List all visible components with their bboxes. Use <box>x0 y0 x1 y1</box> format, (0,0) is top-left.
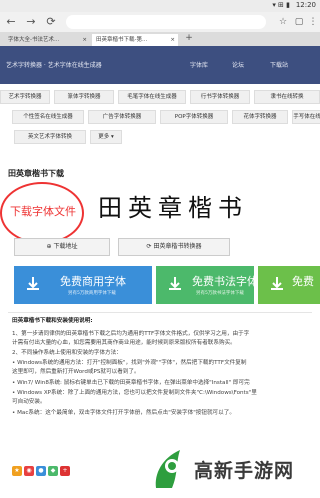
tab-2-label: 田英章楷书下载-第... <box>96 37 148 43</box>
tab-strip: 字体大全-书法艺术... × 田英章楷书下载-第... × + <box>0 32 320 46</box>
download-main-label: 免费商用字体 <box>60 275 126 288</box>
download-calligraphy-button[interactable]: 免费书法字体 另有5万款书法字体下载 <box>156 266 258 304</box>
more-share-icon[interactable]: + <box>60 466 70 476</box>
watermark: 高新手游网 <box>150 444 320 498</box>
converter-grid: 艺术字转换器 篆体字转换器 毛笔字体在线生成器 行书字体转换器 隶书在线转换 个… <box>0 84 320 150</box>
preview-text: 田英章楷书 <box>98 194 248 222</box>
instructions-line: 这里即可，然后重新打开Word或PS就可以看到了。 <box>12 369 140 375</box>
converter-link[interactable]: 广告字体转换器 <box>88 110 156 124</box>
divider <box>8 312 312 313</box>
converter-link[interactable]: 篆体字转换器 <box>54 90 114 104</box>
instructions-line: • Windows XP系统：除了上面的通用方法，您也可以把文件复制到文件夹"C… <box>12 390 257 396</box>
download-free-button[interactable]: 免费 <box>258 266 320 304</box>
download-icon <box>169 277 181 290</box>
wechat-icon[interactable]: ◆ <box>48 466 58 476</box>
tab-2[interactable]: 田英章楷书下载-第... × <box>92 34 178 46</box>
page-title: 田英章楷书下载 <box>8 169 64 178</box>
forward-icon[interactable]: → <box>24 15 38 29</box>
download-icon <box>271 277 283 290</box>
nav-link-forum[interactable]: 论坛 <box>232 60 244 69</box>
download-icon <box>27 277 39 290</box>
site-header: 艺术字转换器 · 艺术字体在线生成器 字体库 论坛 下载站 <box>0 46 320 84</box>
converter-link[interactable]: 英文艺术字体转换 <box>14 130 86 144</box>
close-icon[interactable]: × <box>170 34 175 46</box>
converter-link[interactable]: 行书字体转换器 <box>190 90 250 104</box>
converter-link[interactable]: 手写体在线 <box>292 110 320 124</box>
reload-icon[interactable]: ⟳ <box>44 15 58 29</box>
more-dropdown[interactable]: 更多 ▾ <box>90 130 122 144</box>
nav-link-downloads[interactable]: 下载站 <box>270 60 288 69</box>
qq-icon[interactable]: ● <box>36 466 46 476</box>
download-main-label: 免费书法字体 <box>192 275 258 288</box>
tab-1[interactable]: 字体大全-书法艺术... × <box>4 34 90 46</box>
watermark-logo-icon <box>155 450 180 488</box>
converter-link[interactable]: 毛笔字体在线生成器 <box>118 90 186 104</box>
star-icon[interactable]: ☆ <box>276 15 290 29</box>
instructions-heading: 田英章楷书下载和安装使用说明: <box>12 318 93 324</box>
close-icon[interactable]: × <box>82 34 87 46</box>
new-tab-icon[interactable]: + <box>182 31 196 45</box>
annotation-text: 下载字体文件 <box>10 205 76 218</box>
site-logo[interactable]: 艺术字转换器 · 艺术字体在线生成器 <box>6 60 102 69</box>
instructions-line: 可自动安装。 <box>12 399 46 405</box>
converter-link[interactable]: 花体字转换器 <box>232 110 288 124</box>
instructions-line: • Windows系统的通用方法：打开"控制面板"，找到"外观""字体"，然后把… <box>12 360 247 366</box>
download-sub-label: 另有5万款书法字体下载 <box>196 291 244 296</box>
download-main-label: 免费 <box>292 275 314 288</box>
status-icons: ▾ ⊞ ▮ <box>272 1 290 9</box>
converter-link[interactable]: 隶书在线转换 <box>254 90 320 104</box>
tabs-icon[interactable]: ▢ <box>292 15 306 29</box>
download-commercial-button[interactable]: 免费商用字体 另有5万款商用字体下载 <box>14 266 152 304</box>
converter-link[interactable]: 个性签名在线生成器 <box>12 110 84 124</box>
qzone-icon[interactable]: ★ <box>12 466 22 476</box>
download-address-button[interactable]: ⊕ 下载地址 <box>14 238 110 256</box>
status-bar: ▾ ⊞ ▮ 12:20 <box>0 0 320 12</box>
nav-link-fonts[interactable]: 字体库 <box>190 60 208 69</box>
annotation-bubble: 下载字体文件 <box>0 182 84 244</box>
instructions-line: 计需有付出大量的心血，如您需要用其商作商业用途，能时候到原来版权所有者联系购买。 <box>12 340 236 346</box>
status-time: 12:20 <box>295 1 316 9</box>
download-sub-label: 另有5万款商用字体下载 <box>68 291 116 296</box>
menu-icon[interactable]: ⋮ <box>306 15 320 29</box>
converter-link[interactable]: POP字体转换器 <box>160 110 228 124</box>
instructions-line: • Mac系统：这个最简单，双击字体文件打开字体册，然后点击"安装字体"按钮就可… <box>12 410 235 416</box>
converter-link[interactable]: 艺术字转换器 <box>0 90 50 104</box>
weibo-icon[interactable]: ◉ <box>24 466 34 476</box>
instructions-line: 2、不同操作系统上使用和安装的字体方法： <box>12 350 122 356</box>
watermark-text: 高新手游网 <box>194 460 295 482</box>
back-icon[interactable]: ← <box>4 15 18 29</box>
browser-toolbar: ← → ⟳ ☆ ▢ ⋮ <box>0 12 320 32</box>
tab-1-label: 字体大全-书法艺术... <box>8 37 60 43</box>
online-converter-button[interactable]: ⟳ 田英章楷书转换器 <box>118 238 230 256</box>
instructions-line: • Win7/ Win8系统: 鼠标右键单击已下载的田英章楷书字体，在弹出菜单中… <box>12 380 250 386</box>
instructions-line: 1、第一步请同律供的田英章楷书下载之后均为通用的TTF字体文件格式，仅供学习之用… <box>12 331 250 337</box>
address-bar[interactable] <box>66 15 266 29</box>
